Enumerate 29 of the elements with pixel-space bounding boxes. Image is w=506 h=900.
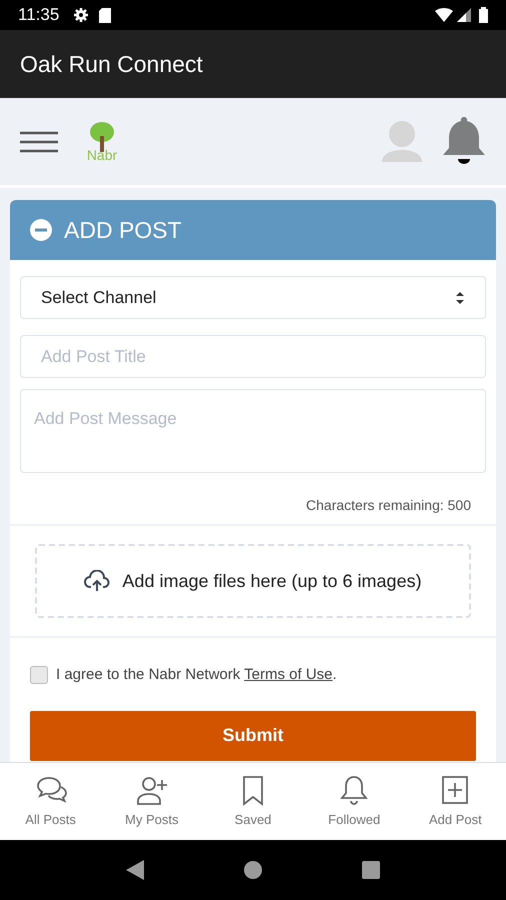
image-drop-zone[interactable]: Add image files here (up to 6 images): [35, 544, 471, 618]
card-header[interactable]: ADD POST: [10, 200, 496, 260]
message-input-field[interactable]: Add Post Message: [20, 389, 486, 473]
sd-card-icon: [99, 8, 112, 22]
checkbox[interactable]: [30, 666, 48, 684]
submit-button[interactable]: Submit: [30, 710, 476, 760]
nav-tab[interactable]: Saved: [202, 763, 304, 840]
back-icon[interactable]: [126, 860, 144, 880]
bell-icon[interactable]: [442, 116, 486, 166]
app-title: Oak Run Connect: [20, 50, 203, 79]
nav-tab[interactable]: Followed: [304, 763, 405, 840]
wifi-icon: [435, 8, 453, 22]
nav-tab[interactable]: My Posts: [101, 763, 202, 840]
signal-icon: [457, 8, 471, 22]
cloud-upload-icon: [84, 570, 110, 592]
home-icon[interactable]: [244, 861, 262, 879]
sort-caret-icon: [455, 290, 465, 304]
nav-tab[interactable]: All Posts: [0, 763, 102, 840]
agreement-text: I agree to the Nabr Network Terms of Use.: [56, 665, 337, 685]
characters-remaining: Characters remaining: 500: [306, 496, 471, 515]
battery-icon: [479, 7, 488, 23]
channel-select[interactable]: Select Channel: [20, 276, 486, 319]
title-input-field[interactable]: Add Post Title: [20, 335, 486, 378]
menu-icon[interactable]: [20, 130, 58, 152]
gear-icon: [73, 7, 90, 23]
nav-tab[interactable]: Add Post: [404, 763, 506, 840]
terms-link[interactable]: Terms of Use: [244, 666, 333, 683]
status-time: 11:35: [18, 4, 60, 26]
card-title: ADD POST: [64, 216, 182, 245]
